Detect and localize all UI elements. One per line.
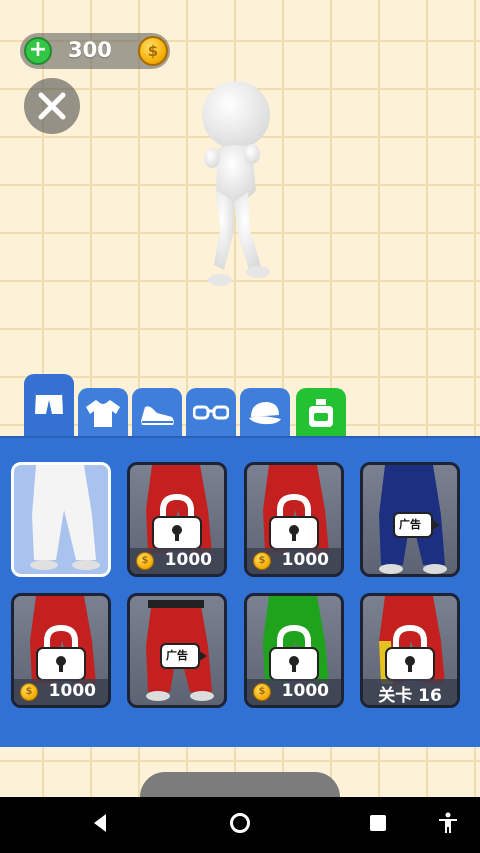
bottle-icon [309,399,333,427]
tab-shoes[interactable] [132,388,182,438]
coin-icon: $ [136,552,154,570]
home-icon[interactable] [228,811,252,835]
item-slot-6[interactable]: 广告 [127,593,227,708]
glasses-icon [193,405,229,420]
item-price: 1000 [281,550,329,570]
level-strip: 关卡 16 [363,679,457,705]
item-price: 1000 [164,550,212,570]
tab-shorts[interactable] [24,374,74,438]
item-slot-2[interactable]: $ 1000 [127,462,227,577]
coin-icon: $ [253,552,271,570]
add-coins-button[interactable]: + [24,37,52,65]
tab-glasses[interactable] [186,388,236,438]
close-button[interactable] [24,78,80,134]
items-panel: $ 1000 $ 1000 广告 $ 1000 广告 $ 1000 关卡 16 [0,436,480,747]
item-slot-1[interactable] [11,462,111,577]
back-icon[interactable] [88,811,112,835]
price-strip: $ 1000 [247,679,341,705]
coin-icon: $ [20,683,38,701]
item-slot-7[interactable]: $ 1000 [244,593,344,708]
sneaker-icon [141,406,174,425]
shorts-icon [35,392,63,414]
coin-icon: $ [138,36,168,66]
watch-ad-badge: 广告 [393,512,440,538]
accessibility-icon[interactable] [436,811,460,835]
category-tabs [0,370,480,438]
item-slot-3[interactable]: $ 1000 [244,462,344,577]
lock-icon [152,493,202,550]
price-strip: $ 1000 [130,548,224,574]
lock-icon [36,624,86,681]
price-strip: $ 1000 [247,548,341,574]
tab-bottle[interactable] [296,388,346,438]
unlock-level-label: 关卡 16 [378,686,442,706]
close-icon [38,92,66,120]
lock-icon [269,624,319,681]
item-slot-8[interactable]: 关卡 16 [360,593,460,708]
coin-icon: $ [253,683,271,701]
item-slot-5[interactable]: $ 1000 [11,593,111,708]
price-strip: $ 1000 [14,679,108,705]
watch-ad-badge: 广告 [160,643,207,669]
cap-icon [249,402,281,425]
coin-amount: 300 [68,38,112,62]
tshirt-icon [86,400,120,427]
lock-icon [269,493,319,550]
recents-icon[interactable] [366,811,390,835]
white-pants-item [30,465,100,570]
coin-balance-bar: + 300 $ [20,33,170,69]
system-navigation-bar [0,797,480,853]
tab-shirt[interactable] [78,388,128,438]
tab-cap[interactable] [240,388,290,438]
character-preview [202,81,270,286]
item-slot-4[interactable]: 广告 [360,462,460,577]
item-price: 1000 [281,681,329,701]
item-price: 1000 [48,681,96,701]
lock-icon [385,624,435,681]
